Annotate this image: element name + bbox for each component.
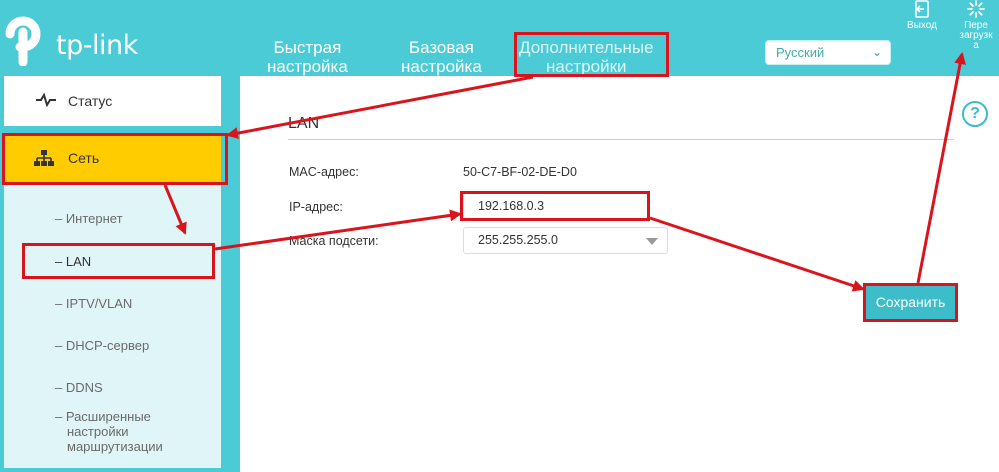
arrow-ip-to-save <box>649 216 865 292</box>
arrow-network-to-lan <box>163 184 187 235</box>
arrow-save-to-reboot <box>916 52 967 284</box>
annotation-arrows <box>163 52 967 292</box>
arrow-lan-to-ip <box>214 209 462 251</box>
arrow-advanced-to-network <box>226 75 534 140</box>
